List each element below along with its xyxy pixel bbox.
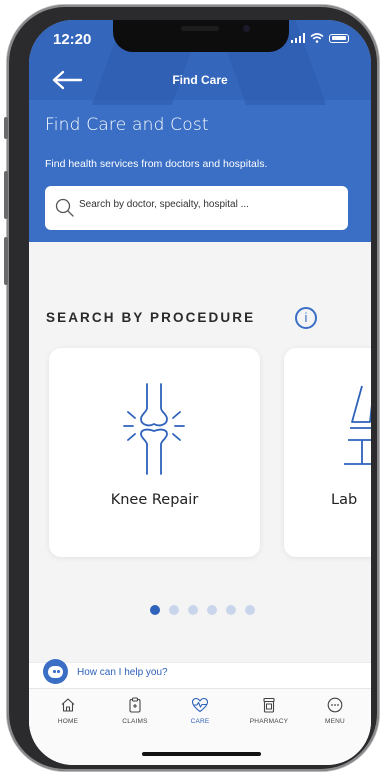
volume-up-button (4, 171, 8, 219)
carousel-dot-2[interactable] (169, 605, 179, 615)
volume-down-button (4, 237, 8, 285)
carousel-dot-4[interactable] (207, 605, 217, 615)
tab-home[interactable]: HOME (38, 697, 98, 725)
procedure-label: Lab (331, 492, 358, 508)
tab-pharmacy[interactable]: PHARMACY (239, 697, 299, 725)
microscope-icon (344, 385, 371, 465)
chat-prompt[interactable]: How can I help you? (77, 667, 168, 678)
procedure-card-lab[interactable]: Lab (284, 348, 371, 557)
chat-assistant-bar[interactable]: How can I help you? (29, 659, 371, 689)
nav-title: Find Care (172, 73, 228, 87)
signal-icon (290, 33, 305, 43)
phone-frame: 12:20 Find Care Find Care and Cost Find … (4, 5, 379, 771)
mute-switch (4, 117, 8, 139)
chatbot-avatar-icon (43, 659, 68, 684)
tab-label: PHARMACY (249, 718, 289, 725)
battery-icon (329, 33, 349, 43)
status-icons (290, 33, 349, 43)
home-icon (61, 698, 75, 712)
screen: 12:20 Find Care Find Care and Cost Find … (29, 20, 371, 765)
tab-claims[interactable]: CLAIMS (105, 697, 165, 725)
tab-label: CARE (190, 718, 210, 725)
tab-label: HOME (57, 718, 79, 725)
page-title: Find Care and Cost (45, 115, 209, 135)
status-time: 12:20 (53, 31, 92, 48)
carousel-dots (150, 605, 255, 615)
header: 12:20 Find Care Find Care and Cost Find … (29, 20, 371, 242)
search-bar[interactable] (45, 186, 348, 230)
page-subtitle: Find health services from doctors and ho… (45, 158, 268, 170)
tab-label: CLAIMS (122, 718, 148, 725)
tab-care[interactable]: CARE (170, 697, 230, 725)
tab-label: MENU (325, 718, 345, 725)
procedure-label: Knee Repair (110, 492, 199, 508)
pharmacy-icon (263, 697, 275, 713)
info-icon[interactable]: i (295, 307, 317, 329)
heart-pulse-icon (191, 697, 209, 713)
search-input[interactable] (79, 199, 334, 210)
carousel-dot-6[interactable] (245, 605, 255, 615)
more-icon (327, 697, 343, 713)
search-icon (55, 198, 74, 217)
procedure-card-knee-repair[interactable]: Knee Repair (49, 348, 260, 557)
notch (113, 20, 289, 52)
wifi-icon (310, 33, 324, 43)
carousel-dot-1[interactable] (150, 605, 160, 615)
carousel-dot-5[interactable] (226, 605, 236, 615)
clipboard-icon (129, 697, 141, 713)
home-indicator[interactable] (142, 752, 261, 756)
section-title: SEARCH BY PROCEDURE (46, 310, 256, 325)
carousel-dot-3[interactable] (188, 605, 198, 615)
knee-joint-icon (123, 383, 185, 475)
procedure-section: SEARCH BY PROCEDURE i Knee Repair Lab (29, 242, 371, 662)
tab-menu[interactable]: MENU (305, 697, 365, 725)
